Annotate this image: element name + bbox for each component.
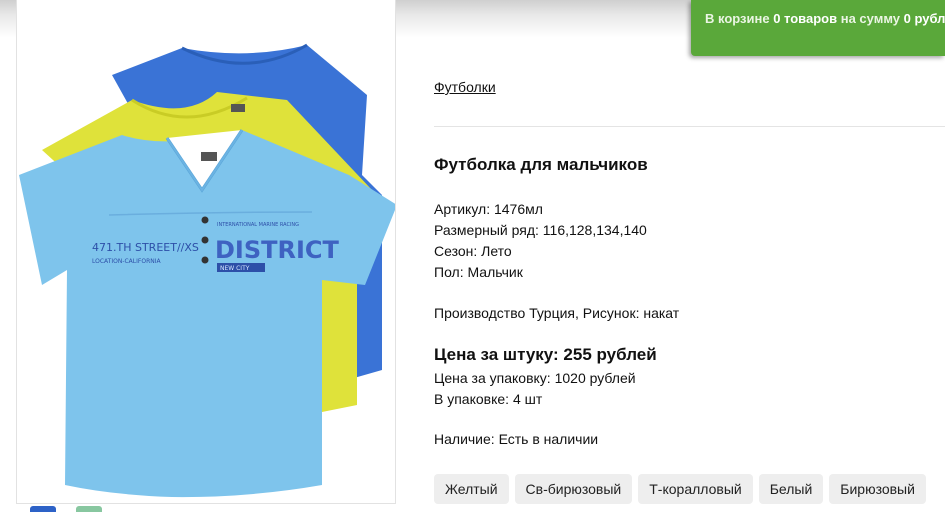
- unit-price: Цена за штуку: 255 рублей: [434, 345, 657, 364]
- pack-info: Цена за упаковку: 1020 рублей В упаковке…: [434, 368, 636, 410]
- color-option-light-turquoise[interactable]: Св-бирюзовый: [514, 474, 633, 504]
- pack-quantity: В упаковке: 4 шт: [434, 391, 543, 407]
- color-option-dark-coral[interactable]: Т-коралловый: [638, 474, 753, 504]
- svg-text:NEW CITY: NEW CITY: [220, 265, 250, 272]
- svg-text:DISTRICT: DISTRICT: [215, 236, 340, 264]
- color-option-white[interactable]: Белый: [758, 474, 824, 504]
- thumbnail-1[interactable]: [30, 506, 56, 512]
- availability: Наличие: Есть в наличии: [434, 431, 599, 447]
- product-specs: Артикул: 1476мл Размерный ряд: 116,128,1…: [434, 199, 647, 283]
- spec-sizes: Размерный ряд: 116,128,134,140: [434, 222, 647, 238]
- spec-gender: Пол: Мальчик: [434, 264, 523, 280]
- cart-sum: 0 рублей: [903, 11, 945, 26]
- svg-text:471.TH STREET//XS: 471.TH STREET//XS: [92, 241, 199, 254]
- cart-count: 0 товаров: [773, 11, 838, 26]
- color-option-turquoise[interactable]: Бирюзовый: [829, 474, 926, 504]
- product-image[interactable]: 471.TH STREET//XS LOCATION-CALIFORNIA IN…: [16, 0, 397, 504]
- divider: [434, 126, 945, 127]
- breadcrumb-tshirts[interactable]: Футболки: [434, 79, 496, 95]
- svg-text:INTERNATIONAL MARINE RACING: INTERNATIONAL MARINE RACING: [217, 222, 299, 228]
- spec-season: Сезон: Лето: [434, 243, 512, 259]
- pack-price: Цена за упаковку: 1020 рублей: [434, 370, 636, 386]
- product-title: Футболка для мальчиков: [434, 155, 648, 174]
- cart-summary[interactable]: В корзине 0 товаров на сумму 0 рублей: [691, 0, 945, 56]
- thumbnail-2[interactable]: [76, 506, 102, 512]
- product-origin: Производство Турция, Рисунок: накат: [434, 305, 680, 321]
- svg-text:LOCATION-CALIFORNIA: LOCATION-CALIFORNIA: [92, 258, 161, 265]
- color-option-yellow[interactable]: Желтый: [434, 474, 509, 504]
- color-options: Желтый Св-бирюзовый Т-коралловый Белый Бирюз…: [434, 474, 945, 504]
- cart-prefix: В корзине: [705, 11, 774, 26]
- cart-middle: на сумму: [837, 11, 904, 26]
- tshirts-illustration: 471.TH STREET//XS LOCATION-CALIFORNIA IN…: [19, 43, 397, 498]
- spec-article: Артикул: 1476мл: [434, 201, 543, 217]
- image-thumbnails: [16, 506, 106, 512]
